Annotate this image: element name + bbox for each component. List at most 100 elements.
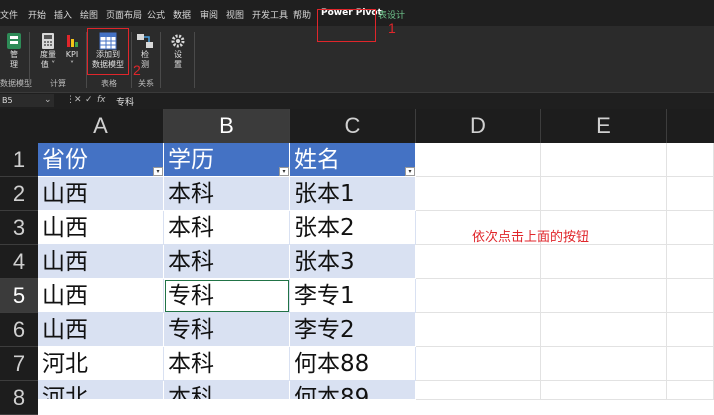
row-header-7[interactable]: 7: [0, 347, 38, 381]
empty-cell[interactable]: [416, 313, 541, 347]
table-header-cell[interactable]: 姓名: [290, 143, 416, 177]
empty-cell[interactable]: [541, 143, 667, 177]
enter-icon[interactable]: ✓: [85, 95, 93, 105]
column-header-b[interactable]: B: [164, 109, 290, 143]
table-cell[interactable]: 张本1: [290, 177, 416, 211]
empty-cell[interactable]: [667, 313, 714, 347]
filter-dropdown-button[interactable]: ▾: [405, 167, 415, 176]
group-label-calculations: 计算: [50, 79, 66, 88]
empty-cell[interactable]: [416, 143, 541, 177]
table-cell[interactable]: 张本2: [290, 211, 416, 245]
empty-cell[interactable]: [667, 143, 714, 177]
gear-icon: [171, 34, 185, 48]
table-cell[interactable]: 张本3: [290, 245, 416, 279]
table-header-cell[interactable]: 省份: [38, 143, 164, 177]
row-header-3[interactable]: 3: [0, 211, 38, 245]
tab-insert[interactable]: 插入: [54, 8, 72, 21]
annotation-box-add-to-model: [87, 28, 129, 75]
table-cell[interactable]: 山西: [38, 313, 164, 347]
manage-button[interactable]: 管 理: [4, 32, 24, 70]
table-cell[interactable]: 河北: [38, 347, 164, 381]
annotation-number-1: 1: [388, 20, 396, 36]
table-cell[interactable]: 本科: [164, 381, 290, 400]
data-model-icon: [7, 33, 21, 49]
column-header-f[interactable]: [667, 109, 714, 143]
tab-review[interactable]: 审阅: [200, 8, 218, 21]
tab-formulas[interactable]: 公式: [147, 8, 165, 21]
empty-cell[interactable]: [667, 177, 714, 211]
table-cell[interactable]: 专科: [164, 313, 290, 347]
row-header-2[interactable]: 2: [0, 177, 38, 211]
kpi-button[interactable]: KPI ˅: [62, 32, 82, 70]
group-separator: [194, 32, 195, 88]
tab-developer[interactable]: 开发工具: [252, 8, 288, 21]
row-header-8[interactable]: 8: [0, 381, 38, 415]
filter-dropdown-button[interactable]: ▾: [153, 167, 163, 176]
tab-help[interactable]: 帮助: [293, 8, 311, 21]
empty-cell[interactable]: [667, 245, 714, 279]
insert-function-icon[interactable]: fx: [97, 95, 106, 105]
empty-cell[interactable]: [667, 279, 714, 313]
kpi-label: KPI ˅: [65, 50, 79, 69]
table-cell[interactable]: 本科: [164, 347, 290, 381]
row-header-4[interactable]: 4: [0, 245, 38, 279]
tab-view[interactable]: 视图: [226, 8, 244, 21]
formula-input[interactable]: 专科: [116, 95, 134, 108]
column-header-c[interactable]: C: [290, 109, 416, 143]
table-cell[interactable]: 本科: [164, 211, 290, 245]
filter-dropdown-button[interactable]: ▾: [279, 167, 289, 176]
active-cell[interactable]: 专科: [164, 279, 290, 313]
tab-home[interactable]: 开始: [28, 8, 46, 21]
chevron-down-icon[interactable]: ⌄: [44, 95, 52, 105]
table-cell[interactable]: 何本88: [290, 347, 416, 381]
row-header-6[interactable]: 6: [0, 313, 38, 347]
group-separator: [29, 32, 30, 88]
settings-button[interactable]: 设 置: [168, 32, 188, 70]
empty-cell[interactable]: [541, 245, 667, 279]
settings-label: 设 置: [174, 50, 182, 69]
column-header-e[interactable]: E: [541, 109, 667, 143]
table-cell[interactable]: 河北: [38, 381, 164, 400]
group-label-relationships: 关系: [138, 79, 154, 88]
group-label-tables: 表格: [101, 79, 117, 88]
tab-page-layout[interactable]: 页面布局: [106, 8, 142, 21]
empty-cell[interactable]: [541, 381, 667, 400]
empty-cell[interactable]: [541, 347, 667, 381]
empty-cell[interactable]: [667, 211, 714, 245]
empty-cell[interactable]: [541, 177, 667, 211]
table-cell[interactable]: 山西: [38, 211, 164, 245]
table-header-cell[interactable]: 学历: [164, 143, 290, 177]
row-header-5[interactable]: 5: [0, 279, 38, 313]
measures-label: 度量 值 ˅: [40, 50, 56, 69]
table-cell[interactable]: 山西: [38, 279, 164, 313]
empty-cell[interactable]: [416, 381, 541, 400]
table-cell[interactable]: 李专1: [290, 279, 416, 313]
empty-cell[interactable]: [667, 381, 714, 400]
table-cell[interactable]: 山西: [38, 177, 164, 211]
empty-cell[interactable]: [541, 279, 667, 313]
row-header-1[interactable]: 1: [0, 143, 38, 177]
tab-data[interactable]: 数据: [173, 8, 191, 21]
instruction-note: 依次点击上面的按钮: [472, 230, 590, 245]
tab-draw[interactable]: 绘图: [80, 8, 98, 21]
manage-label: 管 理: [10, 50, 18, 69]
column-header-a[interactable]: A: [38, 109, 164, 143]
empty-cell[interactable]: [541, 313, 667, 347]
tab-file[interactable]: 文件: [0, 8, 18, 21]
table-cell[interactable]: 何本89: [290, 381, 416, 400]
table-cell[interactable]: 山西: [38, 245, 164, 279]
measures-button[interactable]: 度量 值 ˅: [37, 32, 59, 70]
empty-cell[interactable]: [416, 347, 541, 381]
empty-cell[interactable]: [416, 177, 541, 211]
cancel-icon[interactable]: ✕: [74, 95, 82, 105]
select-all-corner[interactable]: [0, 109, 38, 143]
table-cell[interactable]: 李专2: [290, 313, 416, 347]
table-cell[interactable]: 本科: [164, 245, 290, 279]
column-header-d[interactable]: D: [416, 109, 541, 143]
formula-bar: B5 ⌄ ⋮ ✕ ✓ fx 专科: [0, 92, 714, 109]
empty-cell[interactable]: [416, 279, 541, 313]
table-cell[interactable]: 本科: [164, 177, 290, 211]
empty-cell[interactable]: [416, 245, 541, 279]
kpi-icon: [67, 35, 78, 47]
empty-cell[interactable]: [667, 347, 714, 381]
